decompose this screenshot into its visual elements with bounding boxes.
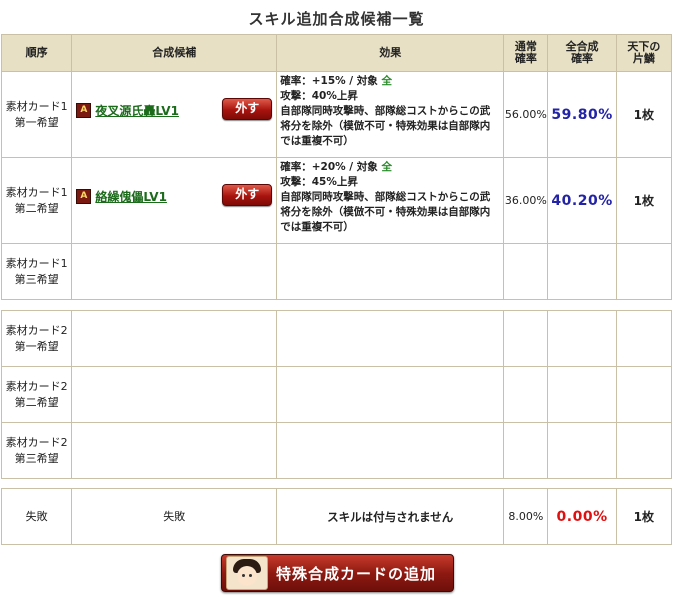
add-special-card-button[interactable]: 特殊合成カードの追加	[221, 554, 454, 592]
effect-description: 自部隊同時攻撃時、部隊総コストからこの武将分を除外（模倣不可・特殊効果は自部隊内…	[280, 191, 491, 233]
tenka-qty	[615, 243, 673, 300]
header-order: 順序	[0, 34, 73, 72]
effect-attack: 攻撃：40%上昇	[280, 90, 358, 102]
header-normal-rate: 通常 確率	[503, 34, 549, 72]
add-special-card-label: 特殊合成カードの追加	[276, 564, 437, 583]
normal-rate	[503, 422, 549, 479]
candidate-cell	[71, 366, 278, 423]
effect-target: 全	[381, 161, 392, 173]
failure-effect: スキルは付与されません	[276, 488, 505, 545]
material-label: 素材カード2 第二希望	[0, 366, 73, 423]
candidate-cell	[71, 243, 278, 300]
page-title: スキル追加合成候補一覧	[248, 10, 425, 28]
remove-button[interactable]: 外す	[222, 183, 273, 206]
effect-probability: 確率：+20% / 対象	[280, 161, 382, 173]
remove-button[interactable]: 外す	[222, 97, 273, 120]
total-rate	[547, 422, 617, 479]
effect-description: 自部隊同時攻撃時、部隊総コストからこの武将分を除外（模倣不可・特殊効果は自部隊内…	[280, 105, 491, 147]
character-avatar-icon	[226, 556, 268, 590]
header-row: 順序 合成候補 効果 通常 確率 全合成 確率 天下の 片鱗	[0, 34, 673, 72]
total-rate: 40.20%	[547, 157, 617, 244]
skill-name-link[interactable]: 絡繰傀儡LV1	[95, 188, 167, 205]
material-label: 素材カード1 第一希望	[0, 71, 73, 158]
total-rate	[547, 310, 617, 367]
material-label: 素材カード2 第三希望	[0, 422, 73, 479]
candidate-cell	[71, 310, 278, 367]
rank-a-icon: A	[76, 188, 92, 204]
material-label: 素材カード1 第三希望	[0, 243, 73, 300]
effect-cell	[276, 243, 505, 300]
header-effect: 効果	[276, 34, 505, 72]
failure-qty: 1枚	[615, 488, 673, 545]
failure-candidate: 失敗	[71, 488, 278, 545]
effect-cell	[276, 310, 505, 367]
material-label: 素材カード1 第二希望	[0, 157, 73, 244]
tenka-qty	[615, 310, 673, 367]
effect-cell	[276, 366, 505, 423]
header-tenka: 天下の 片鱗	[615, 34, 673, 72]
effect-target: 全	[381, 75, 392, 87]
candidate-cell	[71, 422, 278, 479]
skill-name-link[interactable]: 夜叉源氏轟LV1	[95, 102, 179, 119]
rank-a-icon: A	[76, 102, 92, 118]
normal-rate: 36.00%	[503, 157, 549, 244]
candidate-cell: A 夜叉源氏轟LV1 外す	[71, 71, 278, 158]
table-row: 素材カード2 第二希望	[0, 366, 673, 423]
material1-table: 順序 合成候補 効果 通常 確率 全合成 確率 天下の 片鱗 素材カード1 第一…	[0, 34, 673, 300]
table-row: 素材カード1 第一希望 A 夜叉源氏轟LV1 外す 確率：+15% / 対象 全…	[0, 71, 673, 158]
failure-table: 失敗 失敗 スキルは付与されません 8.00% 0.00% 1枚	[0, 488, 673, 545]
table-row: 素材カード1 第二希望 A 絡繰傀儡LV1 外す 確率：+20% / 対象 全 …	[0, 157, 673, 244]
normal-rate: 56.00%	[503, 71, 549, 158]
tenka-qty: 1枚	[615, 71, 673, 158]
total-rate: 59.80%	[547, 71, 617, 158]
total-rate	[547, 366, 617, 423]
skill-entry: A 夜叉源氏轟LV1	[76, 102, 179, 119]
normal-rate	[503, 310, 549, 367]
tenka-qty	[615, 422, 673, 479]
tenka-qty: 1枚	[615, 157, 673, 244]
effect-attack: 攻撃：45%上昇	[280, 176, 358, 188]
table-row: 素材カード2 第一希望	[0, 310, 673, 367]
candidate-cell: A 絡繰傀儡LV1 外す	[71, 157, 278, 244]
tenka-qty	[615, 366, 673, 423]
effect-cell	[276, 422, 505, 479]
effect-cell: 確率：+15% / 対象 全 攻撃：40%上昇 自部隊同時攻撃時、部隊総コストか…	[276, 71, 505, 158]
normal-rate	[503, 366, 549, 423]
effect-probability: 確率：+15% / 対象	[280, 75, 382, 87]
header-candidate: 合成候補	[71, 34, 278, 72]
skill-entry: A 絡繰傀儡LV1	[76, 188, 167, 205]
failure-row: 失敗 失敗 スキルは付与されません 8.00% 0.00% 1枚	[0, 488, 673, 545]
material2-table: 素材カード2 第一希望 素材カード2 第二希望 素材カード2 第三希望	[0, 310, 673, 479]
material-label: 素材カード2 第一希望	[0, 310, 73, 367]
normal-rate	[503, 243, 549, 300]
header-total-rate: 全合成 確率	[547, 34, 617, 72]
total-rate	[547, 243, 617, 300]
table-row: 素材カード2 第三希望	[0, 422, 673, 479]
failure-label: 失敗	[0, 488, 73, 545]
table-row: 素材カード1 第三希望	[0, 243, 673, 300]
failure-normal-rate: 8.00%	[503, 488, 549, 545]
failure-total-rate: 0.00%	[547, 488, 617, 545]
effect-cell: 確率：+20% / 対象 全 攻撃：45%上昇 自部隊同時攻撃時、部隊総コストか…	[276, 157, 505, 244]
